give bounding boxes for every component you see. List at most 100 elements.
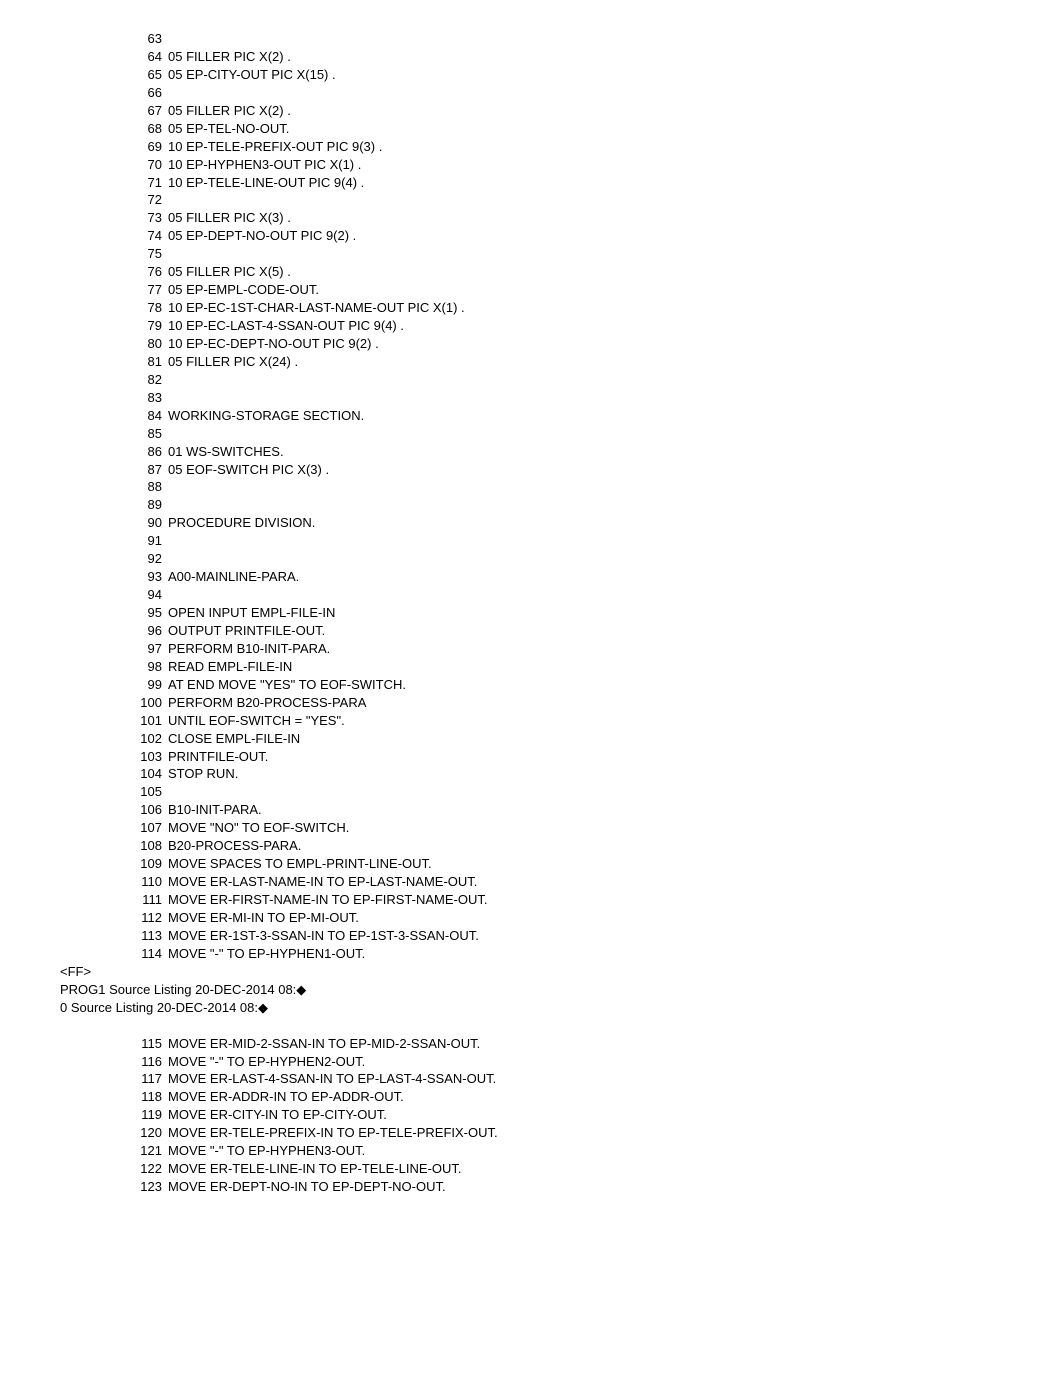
code-line: 92	[124, 550, 1062, 568]
line-text: MOVE ER-CITY-IN TO EP-CITY-OUT.	[168, 1106, 387, 1124]
line-number: 120	[124, 1124, 162, 1142]
line-number: 103	[124, 748, 162, 766]
line-text: 10 EP-EC-1ST-CHAR-LAST-NAME-OUT PIC X(1)…	[168, 299, 465, 317]
line-text: 05 EP-DEPT-NO-OUT PIC 9(2) .	[168, 227, 356, 245]
code-line: 94	[124, 586, 1062, 604]
line-number: 83	[124, 389, 162, 407]
line-number: 100	[124, 694, 162, 712]
line-text: 05 EP-EMPL-CODE-OUT.	[168, 281, 319, 299]
line-number: 96	[124, 622, 162, 640]
line-text: MOVE ER-FIRST-NAME-IN TO EP-FIRST-NAME-O…	[168, 891, 487, 909]
line-text: OPEN INPUT EMPL-FILE-IN	[168, 604, 335, 622]
line-text: 10 EP-TELE-LINE-OUT PIC 9(4) .	[168, 174, 364, 192]
line-text: 05 FILLER PIC X(3) .	[168, 209, 291, 227]
code-line: 6805 EP-TEL-NO-OUT.	[124, 120, 1062, 138]
code-line: 8010 EP-EC-DEPT-NO-OUT PIC 9(2) .	[124, 335, 1062, 353]
line-text: 05 EOF-SWITCH PIC X(3) .	[168, 461, 329, 479]
code-line: 100PERFORM B20-PROCESS-PARA	[124, 694, 1062, 712]
code-line: 108B20-PROCESS-PARA.	[124, 837, 1062, 855]
line-text: MOVE "-" TO EP-HYPHEN3-OUT.	[168, 1142, 365, 1160]
code-line: 97PERFORM B10-INIT-PARA.	[124, 640, 1062, 658]
line-text: MOVE ER-DEPT-NO-IN TO EP-DEPT-NO-OUT.	[168, 1178, 446, 1196]
code-line: 63	[124, 30, 1062, 48]
code-line: 93 A00-MAINLINE-PARA.	[124, 568, 1062, 586]
code-block-2: 115MOVE ER-MID-2-SSAN-IN TO EP-MID-2-SSA…	[60, 1035, 1062, 1196]
code-line: 78 10 EP-EC-1ST-CHAR-LAST-NAME-OUT PIC X(…	[124, 299, 1062, 317]
line-number: 85	[124, 425, 162, 443]
code-line: 115MOVE ER-MID-2-SSAN-IN TO EP-MID-2-SSA…	[124, 1035, 1062, 1053]
code-line: 118 MOVE ER-ADDR-IN TO EP-ADDR-OUT.	[124, 1088, 1062, 1106]
line-text: MOVE ER-1ST-3-SSAN-IN TO EP-1ST-3-SSAN-O…	[168, 927, 479, 945]
code-line: 123 MOVE ER-DEPT-NO-IN TO EP-DEPT-NO-OUT.	[124, 1178, 1062, 1196]
code-line: 104STOP RUN.	[124, 765, 1062, 783]
code-line: 6405 FILLER PIC X(2) .	[124, 48, 1062, 66]
code-line: 121 MOVE "-" TO EP-HYPHEN3-OUT.	[124, 1142, 1062, 1160]
line-number: 67	[124, 102, 162, 120]
code-line: 98READ EMPL-FILE-IN	[124, 658, 1062, 676]
code-line: 107MOVE "NO" TO EOF-SWITCH.	[124, 819, 1062, 837]
line-number: 93	[124, 568, 162, 586]
line-number: 89	[124, 496, 162, 514]
line-number: 112	[124, 909, 162, 927]
line-text: A00-MAINLINE-PARA.	[168, 568, 299, 586]
listing-header-2: 0 Source Listing 20-DEC-2014 08:◆	[60, 999, 1062, 1017]
code-line: 88	[124, 478, 1062, 496]
line-number: 106	[124, 801, 162, 819]
code-line: 102CLOSE EMPL-FILE-IN	[124, 730, 1062, 748]
code-line: 8601 WS-SWITCHES.	[124, 443, 1062, 461]
line-number: 121	[124, 1142, 162, 1160]
line-number: 63	[124, 30, 162, 48]
line-text: PROCEDURE DIVISION.	[168, 514, 315, 532]
line-number: 88	[124, 478, 162, 496]
line-number: 114	[124, 945, 162, 963]
line-text: MOVE ER-ADDR-IN TO EP-ADDR-OUT.	[168, 1088, 404, 1106]
code-line: 7705 EP-EMPL-CODE-OUT.	[124, 281, 1062, 299]
line-number: 73	[124, 209, 162, 227]
code-line: 7010 EP-HYPHEN3-OUT PIC X(1) .	[124, 156, 1062, 174]
line-number: 94	[124, 586, 162, 604]
line-number: 113	[124, 927, 162, 945]
line-text: MOVE ER-MI-IN TO EP-MI-OUT.	[168, 909, 359, 927]
line-number: 116	[124, 1053, 162, 1071]
code-line: 7910 EP-EC-LAST-4-SSAN-OUT PIC 9(4) .	[124, 317, 1062, 335]
line-number: 92	[124, 550, 162, 568]
line-number: 65	[124, 66, 162, 84]
code-line: 111MOVE ER-FIRST-NAME-IN TO EP-FIRST-NAM…	[124, 891, 1062, 909]
line-text: MOVE SPACES TO EMPL-PRINT-LINE-OUT.	[168, 855, 432, 873]
line-text: B20-PROCESS-PARA.	[168, 837, 301, 855]
line-number: 80	[124, 335, 162, 353]
line-text: 01 WS-SWITCHES.	[168, 443, 284, 461]
line-text: MOVE "-" TO EP-HYPHEN1-OUT.	[168, 945, 365, 963]
code-line: 6705 FILLER PIC X(2) .	[124, 102, 1062, 120]
code-line: 116MOVE "-" TO EP-HYPHEN2-OUT.	[124, 1053, 1062, 1071]
code-line: 84WORKING-STORAGE SECTION.	[124, 407, 1062, 425]
line-number: 66	[124, 84, 162, 102]
code-line: 122MOVE ER-TELE-LINE-IN TO EP-TELE-LINE-…	[124, 1160, 1062, 1178]
line-text: UNTIL EOF-SWITCH = "YES".	[168, 712, 345, 730]
code-block-1: 636405 FILLER PIC X(2) .65 05 EP-CITY-OUT…	[60, 30, 1062, 963]
code-line: 119MOVE ER-CITY-IN TO EP-CITY-OUT.	[124, 1106, 1062, 1124]
line-number: 101	[124, 712, 162, 730]
line-number: 118	[124, 1088, 162, 1106]
line-number: 123	[124, 1178, 162, 1196]
line-text: 05 EP-CITY-OUT PIC X(15) .	[168, 66, 336, 84]
line-text: 05 FILLER PIC X(24) .	[168, 353, 298, 371]
line-number: 69	[124, 138, 162, 156]
line-number: 78	[124, 299, 162, 317]
code-line: 66	[124, 84, 1062, 102]
code-line: 96OUTPUT PRINTFILE-OUT.	[124, 622, 1062, 640]
line-text: PRINTFILE-OUT.	[168, 748, 268, 766]
line-text: STOP RUN.	[168, 765, 238, 783]
line-text: 05 FILLER PIC X(2) .	[168, 48, 291, 66]
line-text: MOVE ER-TELE-LINE-IN TO EP-TELE-LINE-OUT…	[168, 1160, 462, 1178]
code-line: 117MOVE ER-LAST-4-SSAN-IN TO EP-LAST-4-S…	[124, 1070, 1062, 1088]
line-text: MOVE "NO" TO EOF-SWITCH.	[168, 819, 349, 837]
line-text: MOVE ER-LAST-4-SSAN-IN TO EP-LAST-4-SSAN…	[168, 1070, 496, 1088]
line-number: 81	[124, 353, 162, 371]
line-text: MOVE ER-TELE-PREFIX-IN TO EP-TELE-PREFIX…	[168, 1124, 498, 1142]
code-line: 7110 EP-TELE-LINE-OUT PIC 9(4) .	[124, 174, 1062, 192]
line-number: 84	[124, 407, 162, 425]
code-line: 81 05 FILLER PIC X(24) .	[124, 353, 1062, 371]
line-number: 74	[124, 227, 162, 245]
listing-header-1: PROG1 Source Listing 20-DEC-2014 08:◆	[60, 981, 1062, 999]
